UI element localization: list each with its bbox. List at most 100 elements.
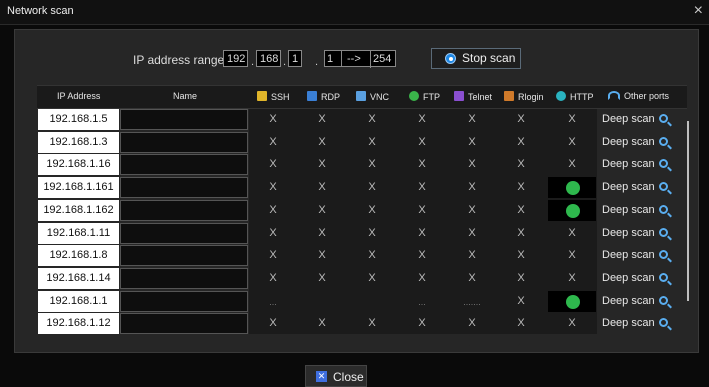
name-cell[interactable] — [120, 200, 248, 221]
window-close-icon[interactable]: × — [694, 2, 703, 20]
deep-scan-link[interactable]: Deep scan — [602, 317, 655, 329]
vertical-scrollbar[interactable] — [687, 121, 689, 301]
closed-port-mark: X — [368, 113, 376, 125]
closed-port-mark: X — [517, 113, 525, 125]
ssh-icon — [257, 91, 267, 101]
ip-range-label: IP address range: — [133, 53, 228, 67]
name-cell[interactable] — [120, 291, 248, 312]
closed-port-mark: X — [468, 249, 476, 261]
closed-port-mark: X — [269, 113, 277, 125]
col-rlogin[interactable]: Rlogin — [504, 91, 544, 102]
ip-end-input[interactable]: 254 — [370, 51, 395, 68]
ip-cell[interactable]: 192.168.1.8 — [38, 245, 119, 266]
col-rdp[interactable]: RDP — [307, 91, 340, 102]
col-http[interactable]: HTTP — [556, 91, 594, 102]
closed-port-mark: X — [368, 136, 376, 148]
deep-scan-link[interactable]: Deep scan — [602, 204, 655, 216]
ip-cell[interactable]: 192.168.1.3 — [38, 132, 119, 153]
name-cell[interactable] — [120, 154, 248, 175]
closed-port-mark: X — [568, 317, 576, 329]
name-cell[interactable] — [120, 268, 248, 289]
closed-port-mark: X — [368, 204, 376, 216]
closed-port-mark: X — [269, 158, 277, 170]
col-telnet[interactable]: Telnet — [454, 91, 492, 102]
closed-port-mark: X — [318, 113, 326, 125]
name-cell[interactable] — [120, 223, 248, 244]
closed-port-mark: X — [269, 181, 277, 193]
deep-scan-link[interactable]: Deep scan — [602, 113, 655, 125]
deep-scan-link[interactable]: Deep scan — [602, 158, 655, 170]
stop-scan-label: Stop scan — [462, 51, 516, 65]
closed-port-mark: X — [318, 136, 326, 148]
ip-cell[interactable]: 192.168.1.16 — [38, 154, 119, 175]
deep-scan-link[interactable]: Deep scan — [602, 227, 655, 239]
stop-icon — [445, 53, 456, 64]
closed-port-mark: X — [517, 181, 525, 193]
closed-port-mark: X — [418, 272, 426, 284]
stop-scan-button[interactable]: Stop scan — [431, 48, 521, 69]
closed-port-mark: X — [318, 227, 326, 239]
col-ftp-label: FTP — [423, 92, 440, 102]
search-icon[interactable] — [659, 137, 668, 146]
col-ftp[interactable]: FTP — [409, 91, 440, 102]
name-cell[interactable] — [120, 177, 248, 198]
ip-cell[interactable]: 192.168.1.162 — [38, 200, 119, 221]
name-cell[interactable] — [120, 313, 248, 334]
col-ssh[interactable]: SSH — [257, 91, 290, 102]
search-icon[interactable] — [659, 114, 668, 123]
closed-port-mark: X — [568, 272, 576, 284]
pending-port-mark: ....... — [463, 297, 481, 307]
deep-scan-link[interactable]: Deep scan — [602, 295, 655, 307]
deep-scan-link[interactable]: Deep scan — [602, 249, 655, 261]
closed-port-mark: X — [468, 317, 476, 329]
name-cell[interactable] — [120, 132, 248, 153]
ip-octet-2-input[interactable]: 168 — [256, 50, 281, 67]
deep-scan-link[interactable]: Deep scan — [602, 181, 655, 193]
closed-port-mark: X — [517, 249, 525, 261]
ip-start-input[interactable]: 1 — [327, 51, 342, 66]
search-icon[interactable] — [659, 182, 668, 191]
closed-port-mark: X — [418, 317, 426, 329]
col-vnc[interactable]: VNC — [356, 91, 389, 102]
closed-port-mark: X — [418, 113, 426, 125]
col-name[interactable]: Name — [173, 91, 197, 101]
closed-port-mark: X — [368, 158, 376, 170]
ip-cell[interactable]: 192.168.1.12 — [38, 313, 119, 334]
ip-cell[interactable]: 192.168.1.14 — [38, 268, 119, 289]
search-icon[interactable] — [659, 228, 668, 237]
closed-port-mark: X — [368, 227, 376, 239]
closed-port-mark: X — [568, 227, 576, 239]
close-button[interactable]: ✕ Close — [305, 365, 367, 387]
ip-cell[interactable]: 192.168.1.161 — [38, 177, 119, 198]
col-http-label: HTTP — [570, 92, 594, 102]
ip-octet-3-input[interactable]: 1 — [288, 50, 302, 67]
col-other-ports[interactable]: Other ports — [608, 91, 669, 101]
closed-port-mark: X — [468, 181, 476, 193]
search-icon[interactable] — [659, 250, 668, 259]
closed-port-mark: X — [418, 249, 426, 261]
close-label: Close — [333, 370, 364, 384]
closed-port-mark: X — [568, 249, 576, 261]
search-icon[interactable] — [659, 205, 668, 214]
name-cell[interactable] — [120, 245, 248, 266]
deep-scan-link[interactable]: Deep scan — [602, 136, 655, 148]
search-icon[interactable] — [659, 273, 668, 282]
ip-cell[interactable]: 192.168.1.1 — [38, 291, 119, 312]
closed-port-mark: X — [468, 204, 476, 216]
search-icon[interactable] — [659, 159, 668, 168]
search-icon[interactable] — [659, 318, 668, 327]
name-cell[interactable] — [120, 109, 248, 130]
http-icon — [556, 91, 566, 101]
search-icon[interactable] — [659, 296, 668, 305]
col-ip-address[interactable]: IP Address — [57, 91, 100, 101]
closed-port-mark: X — [269, 249, 277, 261]
ip-range-end-group: 1 --> 254 — [324, 50, 396, 68]
closed-port-mark: X — [517, 295, 525, 307]
ip-octet-1-input[interactable]: 192 — [223, 50, 248, 67]
ip-cell[interactable]: 192.168.1.11 — [38, 223, 119, 244]
ip-cell[interactable]: 192.168.1.5 — [38, 109, 119, 130]
deep-scan-link[interactable]: Deep scan — [602, 272, 655, 284]
closed-port-mark: X — [468, 272, 476, 284]
closed-port-mark: X — [468, 227, 476, 239]
closed-port-mark: X — [269, 272, 277, 284]
